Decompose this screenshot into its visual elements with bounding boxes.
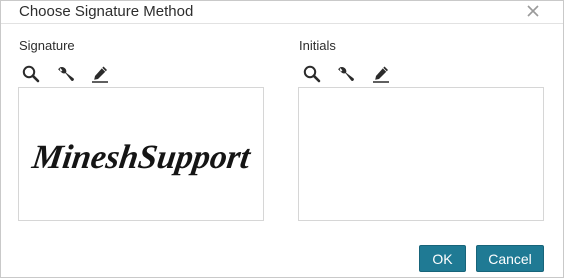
dialog-title-bar: Choose Signature Method	[1, 1, 563, 24]
wrench-icon[interactable]	[336, 64, 356, 84]
signature-label: Signature	[19, 38, 75, 53]
search-icon[interactable]	[21, 64, 41, 84]
signature-box[interactable]: MineshSupport	[18, 87, 264, 221]
signature-text: MineshSupport	[29, 139, 254, 176]
initials-box[interactable]	[298, 87, 544, 221]
pen-icon[interactable]	[90, 64, 110, 84]
initials-label: Initials	[299, 38, 336, 53]
search-icon[interactable]	[302, 64, 322, 84]
pen-icon[interactable]	[371, 64, 391, 84]
cancel-button[interactable]: Cancel	[476, 245, 544, 272]
choose-signature-dialog: Choose Signature Method Signature Minesh…	[0, 0, 564, 278]
wrench-icon[interactable]	[56, 64, 76, 84]
ok-button[interactable]: OK	[419, 245, 466, 272]
close-icon[interactable]	[523, 3, 543, 21]
dialog-title: Choose Signature Method	[19, 3, 194, 20]
